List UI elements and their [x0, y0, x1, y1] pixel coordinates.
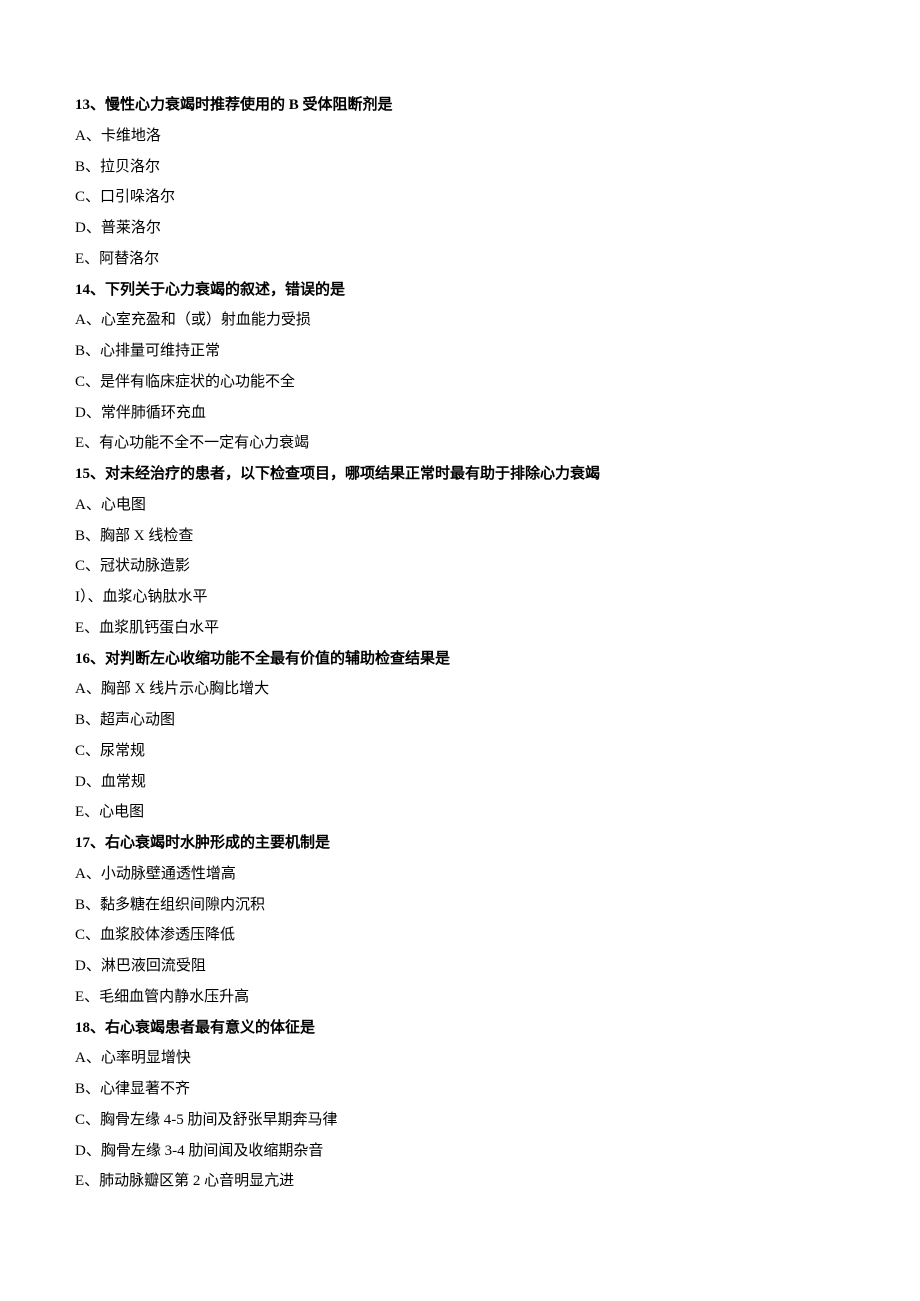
question-17: 17、右心衰竭时水肿形成的主要机制是 A、小动脉壁通透性增高 B、黏多糖在组织间… [75, 828, 845, 1013]
question-18: 18、右心衰竭患者最有意义的体征是 A、心率明显增快 B、心律显著不齐 C、胸骨… [75, 1013, 845, 1198]
question-13: 13、慢性心力衰竭时推荐使用的 B 受体阻断剂是 A、卡维地洛 B、拉贝洛尔 C… [75, 90, 845, 275]
option-b: B、胸部 X 线检查 [75, 521, 845, 552]
option-e: E、心电图 [75, 797, 845, 828]
question-title: 13、慢性心力衰竭时推荐使用的 B 受体阻断剂是 [75, 90, 845, 121]
document-content: 13、慢性心力衰竭时推荐使用的 B 受体阻断剂是 A、卡维地洛 B、拉贝洛尔 C… [75, 90, 845, 1197]
question-title: 15、对未经治疗的患者，以下检查项目，哪项结果正常时最有助于排除心力衰竭 [75, 459, 845, 490]
question-15: 15、对未经治疗的患者，以下检查项目，哪项结果正常时最有助于排除心力衰竭 A、心… [75, 459, 845, 644]
option-a: A、心室充盈和（或）射血能力受损 [75, 305, 845, 336]
option-c: C、胸骨左缘 4-5 肋间及舒张早期奔马律 [75, 1105, 845, 1136]
option-b: B、超声心动图 [75, 705, 845, 736]
option-c: C、口引哚洛尔 [75, 182, 845, 213]
option-b: B、心排量可维持正常 [75, 336, 845, 367]
option-b: B、心律显著不齐 [75, 1074, 845, 1105]
option-d: D、常伴肺循环充血 [75, 398, 845, 429]
option-c: C、冠状动脉造影 [75, 551, 845, 582]
option-e: E、血浆肌钙蛋白水平 [75, 613, 845, 644]
option-a: A、卡维地洛 [75, 121, 845, 152]
question-14: 14、下列关于心力衰竭的叙述，错误的是 A、心室充盈和（或）射血能力受损 B、心… [75, 275, 845, 460]
option-e: E、有心功能不全不一定有心力衰竭 [75, 428, 845, 459]
option-d: D、普莱洛尔 [75, 213, 845, 244]
option-c: C、血浆胶体渗透压降低 [75, 920, 845, 951]
option-d: I）、血浆心钠肽水平 [75, 582, 845, 613]
option-d: D、淋巴液回流受阻 [75, 951, 845, 982]
option-c: C、尿常规 [75, 736, 845, 767]
option-a: A、小动脉壁通透性增高 [75, 859, 845, 890]
option-d: D、血常规 [75, 767, 845, 798]
option-e: E、毛细血管内静水压升高 [75, 982, 845, 1013]
question-title: 16、对判断左心收缩功能不全最有价值的辅助检查结果是 [75, 644, 845, 675]
option-b: B、黏多糖在组织间隙内沉积 [75, 890, 845, 921]
option-d: D、胸骨左缘 3-4 肋间闻及收缩期杂音 [75, 1136, 845, 1167]
option-a: A、心电图 [75, 490, 845, 521]
option-a: A、心率明显增快 [75, 1043, 845, 1074]
question-title: 18、右心衰竭患者最有意义的体征是 [75, 1013, 845, 1044]
question-title: 14、下列关于心力衰竭的叙述，错误的是 [75, 275, 845, 306]
question-title: 17、右心衰竭时水肿形成的主要机制是 [75, 828, 845, 859]
option-a: A、胸部 X 线片示心胸比增大 [75, 674, 845, 705]
option-b: B、拉贝洛尔 [75, 152, 845, 183]
option-c: C、是伴有临床症状的心功能不全 [75, 367, 845, 398]
option-e: E、肺动脉瓣区第 2 心音明显亢进 [75, 1166, 845, 1197]
option-e: E、阿替洛尔 [75, 244, 845, 275]
question-16: 16、对判断左心收缩功能不全最有价值的辅助检查结果是 A、胸部 X 线片示心胸比… [75, 644, 845, 829]
